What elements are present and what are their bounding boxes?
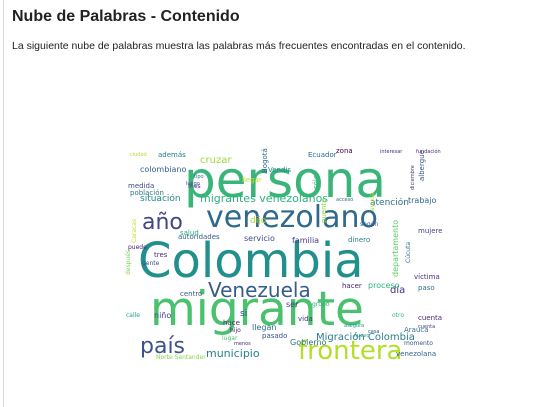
cloud-word: sólo — [312, 175, 320, 189]
cloud-word: salud — [180, 229, 199, 237]
cloud-word: Venezuela — [208, 278, 311, 302]
page-description: La siguiente nube de palabras muestra la… — [12, 40, 466, 52]
cloud-word: colombiano — [140, 165, 186, 174]
cloud-word: Ecuador — [308, 151, 337, 159]
cloud-word: llegan — [252, 323, 276, 332]
cloud-word: si — [240, 309, 247, 319]
cloud-word: trabajo — [408, 196, 437, 205]
word-cloud-image: persona Colombia migrante venezolano año fron… — [122, 145, 442, 367]
cloud-word: tres — [154, 251, 168, 259]
cloud-word: calle — [126, 312, 140, 319]
left-border — [3, 0, 4, 407]
cloud-word: después — [125, 250, 132, 275]
cloud-word: mujeres — [418, 227, 442, 235]
cloud-word: vida — [298, 315, 313, 323]
cloud-word: Norte Santander — [156, 354, 206, 361]
page-title: Nube de Palabras - Contenido — [12, 8, 240, 25]
cloud-word: asegura — [344, 323, 364, 329]
cloud-word: medida — [128, 182, 154, 190]
cloud-word: ciudad — [130, 152, 147, 158]
cloud-word: llegar — [242, 176, 262, 184]
cloud-word: tipo — [194, 174, 204, 180]
cloud-word: Cúcuta — [405, 242, 412, 263]
cloud-word: pasado — [262, 332, 287, 340]
cloud-word: luego — [186, 181, 200, 187]
cloud-word: paso — [418, 284, 435, 292]
cloud-word: víctima — [414, 273, 440, 281]
cloud-word: cuenta — [418, 324, 435, 330]
cloud-word: además — [158, 151, 186, 159]
cloud-word: proceso — [368, 281, 400, 290]
cloud-word: zona — [336, 147, 353, 155]
cloud-word: niño — [154, 311, 171, 320]
cloud-word: migrantes venezolanos — [200, 192, 328, 205]
cloud-word: casa — [368, 329, 379, 335]
cloud-word: acceso — [336, 197, 353, 203]
cloud-word: hace — [223, 319, 240, 327]
cloud-word: cruzar — [200, 155, 232, 166]
cloud-word: ser — [286, 300, 299, 309]
cloud-word: Caracas — [131, 219, 138, 243]
cloud-word: nuevo — [354, 333, 369, 339]
cloud-word: venezolano — [206, 200, 378, 235]
cloud-word: puente — [320, 198, 328, 223]
cloud-word: cuenta — [418, 314, 442, 322]
cloud-word: servicio — [244, 234, 275, 243]
cloud-word: fundación — [416, 148, 441, 155]
cloud-word: menos — [234, 341, 251, 347]
cloud-word: año — [142, 210, 183, 235]
cloud-word: Gobierno — [290, 338, 327, 347]
cloud-word: departamento — [391, 220, 400, 277]
cloud-word: familia — [292, 236, 319, 245]
cloud-word: según — [360, 221, 378, 228]
cloud-word: diciembre — [410, 165, 416, 190]
word-cloud-svg: personaColombiamigrantevenezolanoañofron… — [125, 147, 442, 366]
cloud-word: interesar — [380, 149, 403, 155]
cloud-word: venezolana — [396, 350, 436, 358]
cloud-word: dinero — [348, 236, 370, 244]
cloud-word: hacer — [342, 282, 362, 290]
cloud-word: ayuda — [369, 192, 376, 211]
cloud-word: gente — [142, 260, 160, 267]
cloud-word: centro — [180, 290, 202, 298]
cloud-word: municipio — [206, 347, 260, 360]
cloud-word: hijo — [230, 327, 241, 334]
cloud-word: grupo — [312, 301, 330, 308]
cloud-word: Vendis — [268, 166, 291, 174]
cloud-word: población — [130, 189, 164, 197]
cloud-word: dijo — [250, 216, 267, 226]
cloud-word: momento — [404, 340, 433, 347]
cloud-word: otro — [392, 312, 404, 319]
